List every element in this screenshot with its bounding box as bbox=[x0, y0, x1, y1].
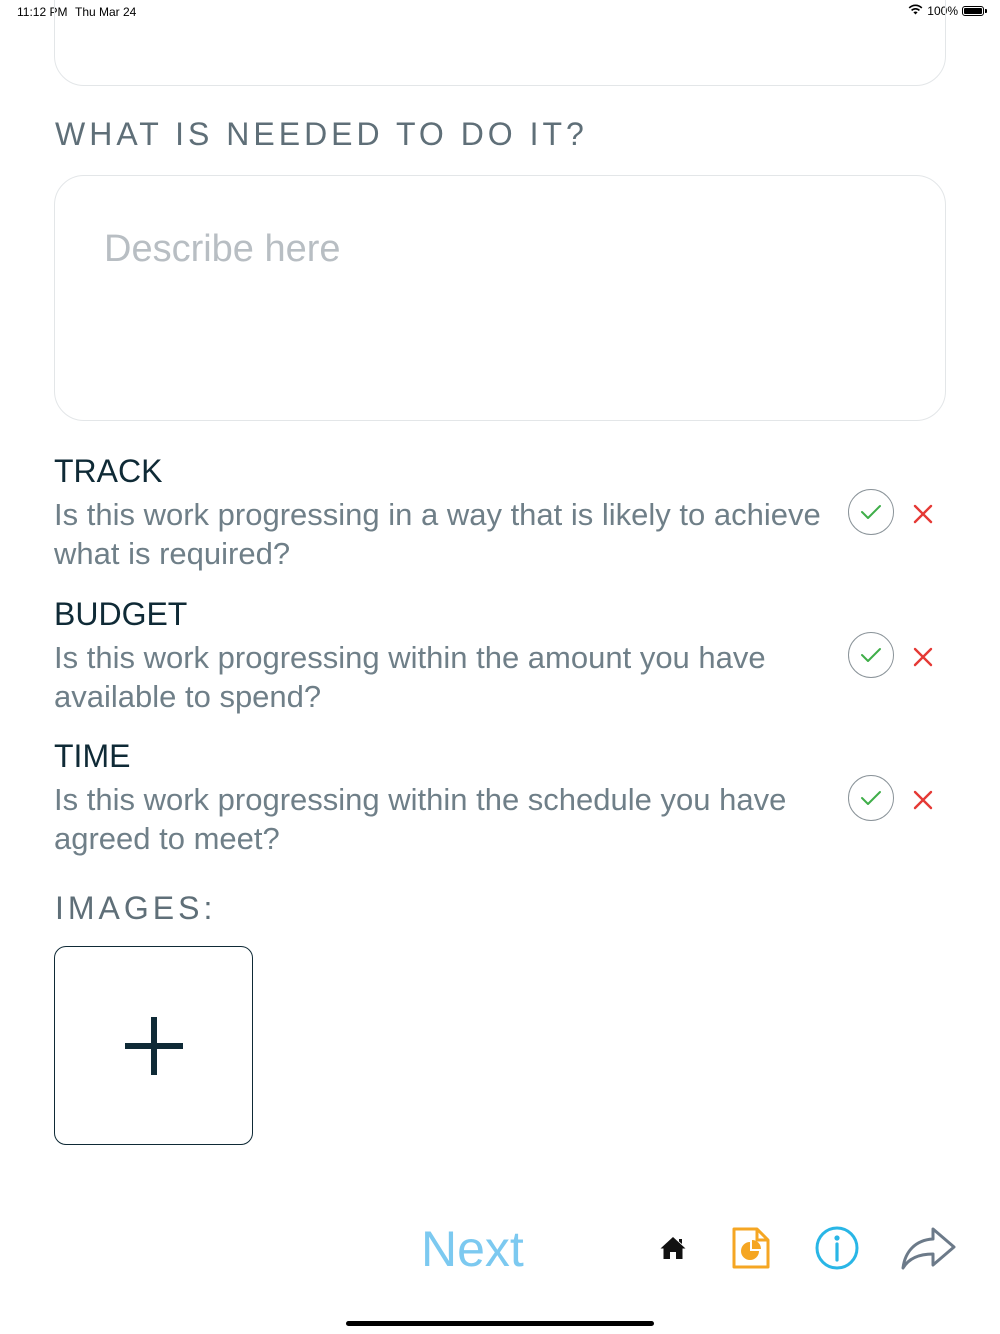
budget-description: Is this work progressing within the amou… bbox=[54, 640, 766, 714]
track-reject-button[interactable] bbox=[910, 501, 936, 527]
needed-placeholder: Describe here bbox=[104, 228, 341, 270]
track-question: TRACK Is this work progressing in a way … bbox=[54, 453, 946, 573]
home-indicator[interactable] bbox=[346, 1321, 654, 1326]
check-icon bbox=[861, 791, 881, 805]
close-icon bbox=[913, 790, 933, 810]
report-icon[interactable] bbox=[731, 1226, 771, 1270]
time-question: TIME Is this work progressing within the… bbox=[54, 738, 946, 858]
add-image-button[interactable] bbox=[54, 946, 253, 1145]
budget-title: BUDGET bbox=[54, 596, 188, 632]
time-approve-button[interactable] bbox=[848, 775, 894, 821]
next-button[interactable]: Next bbox=[421, 1220, 524, 1278]
time-reject-button[interactable] bbox=[910, 787, 936, 813]
budget-reject-button[interactable] bbox=[910, 644, 936, 670]
home-icon[interactable] bbox=[659, 1234, 687, 1262]
needed-heading: WHAT IS NEEDED TO DO IT? bbox=[55, 116, 588, 152]
info-icon[interactable] bbox=[814, 1225, 860, 1271]
share-icon[interactable] bbox=[901, 1226, 957, 1270]
needed-description-input[interactable]: Describe here bbox=[54, 175, 946, 421]
battery-icon bbox=[962, 6, 987, 16]
plus-icon bbox=[124, 1016, 183, 1075]
close-icon bbox=[913, 504, 933, 524]
track-description: Is this work progressing in a way that i… bbox=[54, 497, 821, 571]
budget-approve-button[interactable] bbox=[848, 632, 894, 678]
track-approve-button[interactable] bbox=[848, 489, 894, 535]
check-icon bbox=[861, 505, 881, 519]
check-icon bbox=[861, 648, 881, 662]
time-description: Is this work progressing within the sche… bbox=[54, 782, 787, 856]
time-title: TIME bbox=[54, 738, 131, 774]
previous-text-card[interactable] bbox=[54, 0, 946, 86]
budget-question: BUDGET Is this work progressing within t… bbox=[54, 596, 946, 716]
images-heading: IMAGES: bbox=[55, 890, 217, 926]
track-title: TRACK bbox=[54, 453, 163, 489]
close-icon bbox=[913, 647, 933, 667]
